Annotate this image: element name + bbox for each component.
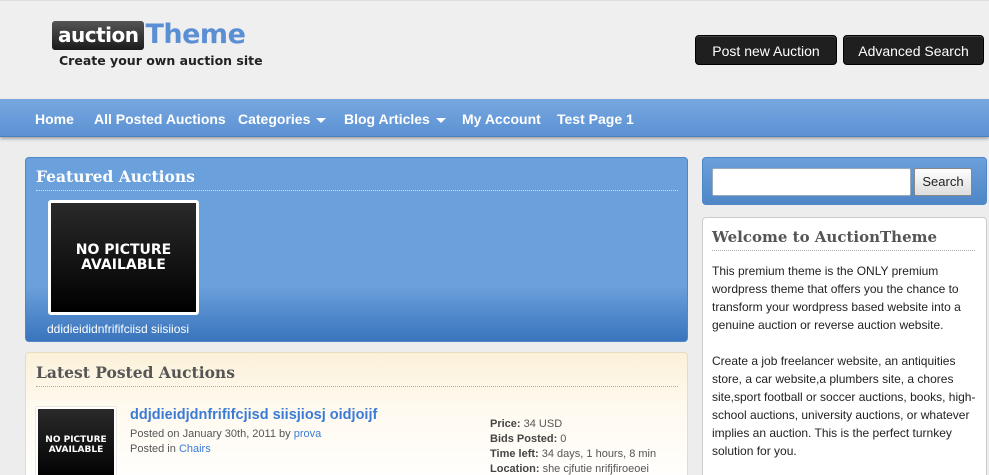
post-new-auction-button[interactable]: Post new Auction	[695, 35, 837, 65]
chevron-down-icon	[316, 117, 327, 123]
nav-item-blog-articles[interactable]: Blog Articles	[344, 99, 446, 137]
nav-item-label: All Posted Auctions	[94, 111, 226, 127]
site-header: auction Theme Create your own auction sit…	[0, 0, 989, 99]
location-value: she cjfutie nrifjfiroeoei	[542, 463, 649, 475]
no-picture-line2: AVAILABLE	[81, 256, 166, 273]
welcome-paragraph-2: Create a job freelancer website, an anti…	[712, 354, 976, 458]
chevron-down-icon	[435, 117, 446, 123]
logo-word-auction: auction	[52, 21, 145, 50]
location-label: Location:	[490, 463, 540, 475]
time-left-label: Time left:	[490, 448, 539, 460]
sidebar-search-box: Search	[702, 157, 987, 205]
price-value: 34 USD	[523, 418, 563, 430]
logo-word-theme: Theme	[145, 19, 246, 50]
no-picture-line2: AVAILABLE	[48, 444, 104, 455]
featured-auctions-title: Featured Auctions	[36, 167, 678, 191]
nav-item-test-page-1[interactable]: Test Page 1	[557, 99, 634, 137]
latest-auctions-title: Latest Posted Auctions	[36, 363, 678, 387]
category-link[interactable]: Chairs	[179, 443, 211, 455]
advanced-search-button[interactable]: Advanced Search	[843, 35, 984, 65]
main-nav: Home All Posted Auctions Categories Blog…	[0, 99, 989, 137]
author-link[interactable]: prova	[294, 428, 322, 440]
price-row: Price: 34 USD	[490, 418, 562, 430]
posted-in-text: Posted in	[130, 443, 176, 455]
latest-auctions-box: Latest Posted Auctions NO PICTURE AVAILA…	[25, 352, 688, 475]
nav-item-label: Blog Articles	[344, 111, 430, 127]
nav-item-my-account[interactable]: My Account	[462, 99, 541, 137]
nav-item-home[interactable]: Home	[35, 99, 74, 137]
nav-item-label: Home	[35, 111, 74, 127]
no-picture-line1: NO PICTURE	[45, 434, 107, 445]
bids-label: Bids Posted:	[490, 433, 558, 445]
featured-auctions-box: Featured Auctions NO PICTURE AVAILABLE d…	[25, 157, 688, 342]
latest-auction-posted-in: Posted in Chairs	[130, 443, 211, 455]
latest-auction-thumbnail[interactable]: NO PICTURE AVAILABLE	[36, 407, 116, 475]
nav-item-categories[interactable]: Categories	[238, 99, 327, 137]
latest-auction-title-link[interactable]: ddjdieidjdnfrififcjisd siisjiosj oidjoij…	[130, 407, 377, 423]
no-picture-line1: NO PICTURE	[75, 241, 172, 258]
nav-item-all-posted-auctions[interactable]: All Posted Auctions	[94, 99, 226, 137]
search-input[interactable]	[712, 168, 911, 196]
bids-row: Bids Posted: 0	[490, 433, 566, 445]
price-label: Price:	[490, 418, 521, 430]
site-logo[interactable]: auction Theme	[52, 19, 246, 53]
search-button[interactable]: Search	[914, 168, 972, 196]
welcome-paragraph-1: This premium theme is the ONLY premium w…	[712, 264, 961, 332]
bids-value: 0	[560, 433, 567, 445]
nav-item-label: Test Page 1	[557, 111, 634, 127]
posted-on-text: Posted on January 30th, 2011 by	[130, 428, 291, 440]
welcome-widget: Welcome to AuctionTheme This premium the…	[702, 217, 987, 475]
nav-item-label: Categories	[238, 111, 311, 127]
time-left-value: 34 days, 1 hours, 8 min	[541, 448, 657, 460]
featured-auction-caption[interactable]: ddidieididnfrififciisd siisiiosi	[47, 322, 189, 336]
welcome-title: Welcome to AuctionTheme	[712, 228, 975, 251]
logo-tagline: Create your own auction site	[59, 53, 263, 68]
latest-auction-posted-on: Posted on January 30th, 2011 by prova	[130, 428, 321, 440]
time-left-row: Time left: 34 days, 1 hours, 8 min	[490, 448, 656, 460]
featured-auction-thumbnail[interactable]: NO PICTURE AVAILABLE	[48, 200, 199, 315]
location-row: Location: she cjfutie nrifjfiroeoei	[490, 463, 649, 475]
nav-item-label: My Account	[462, 111, 541, 127]
